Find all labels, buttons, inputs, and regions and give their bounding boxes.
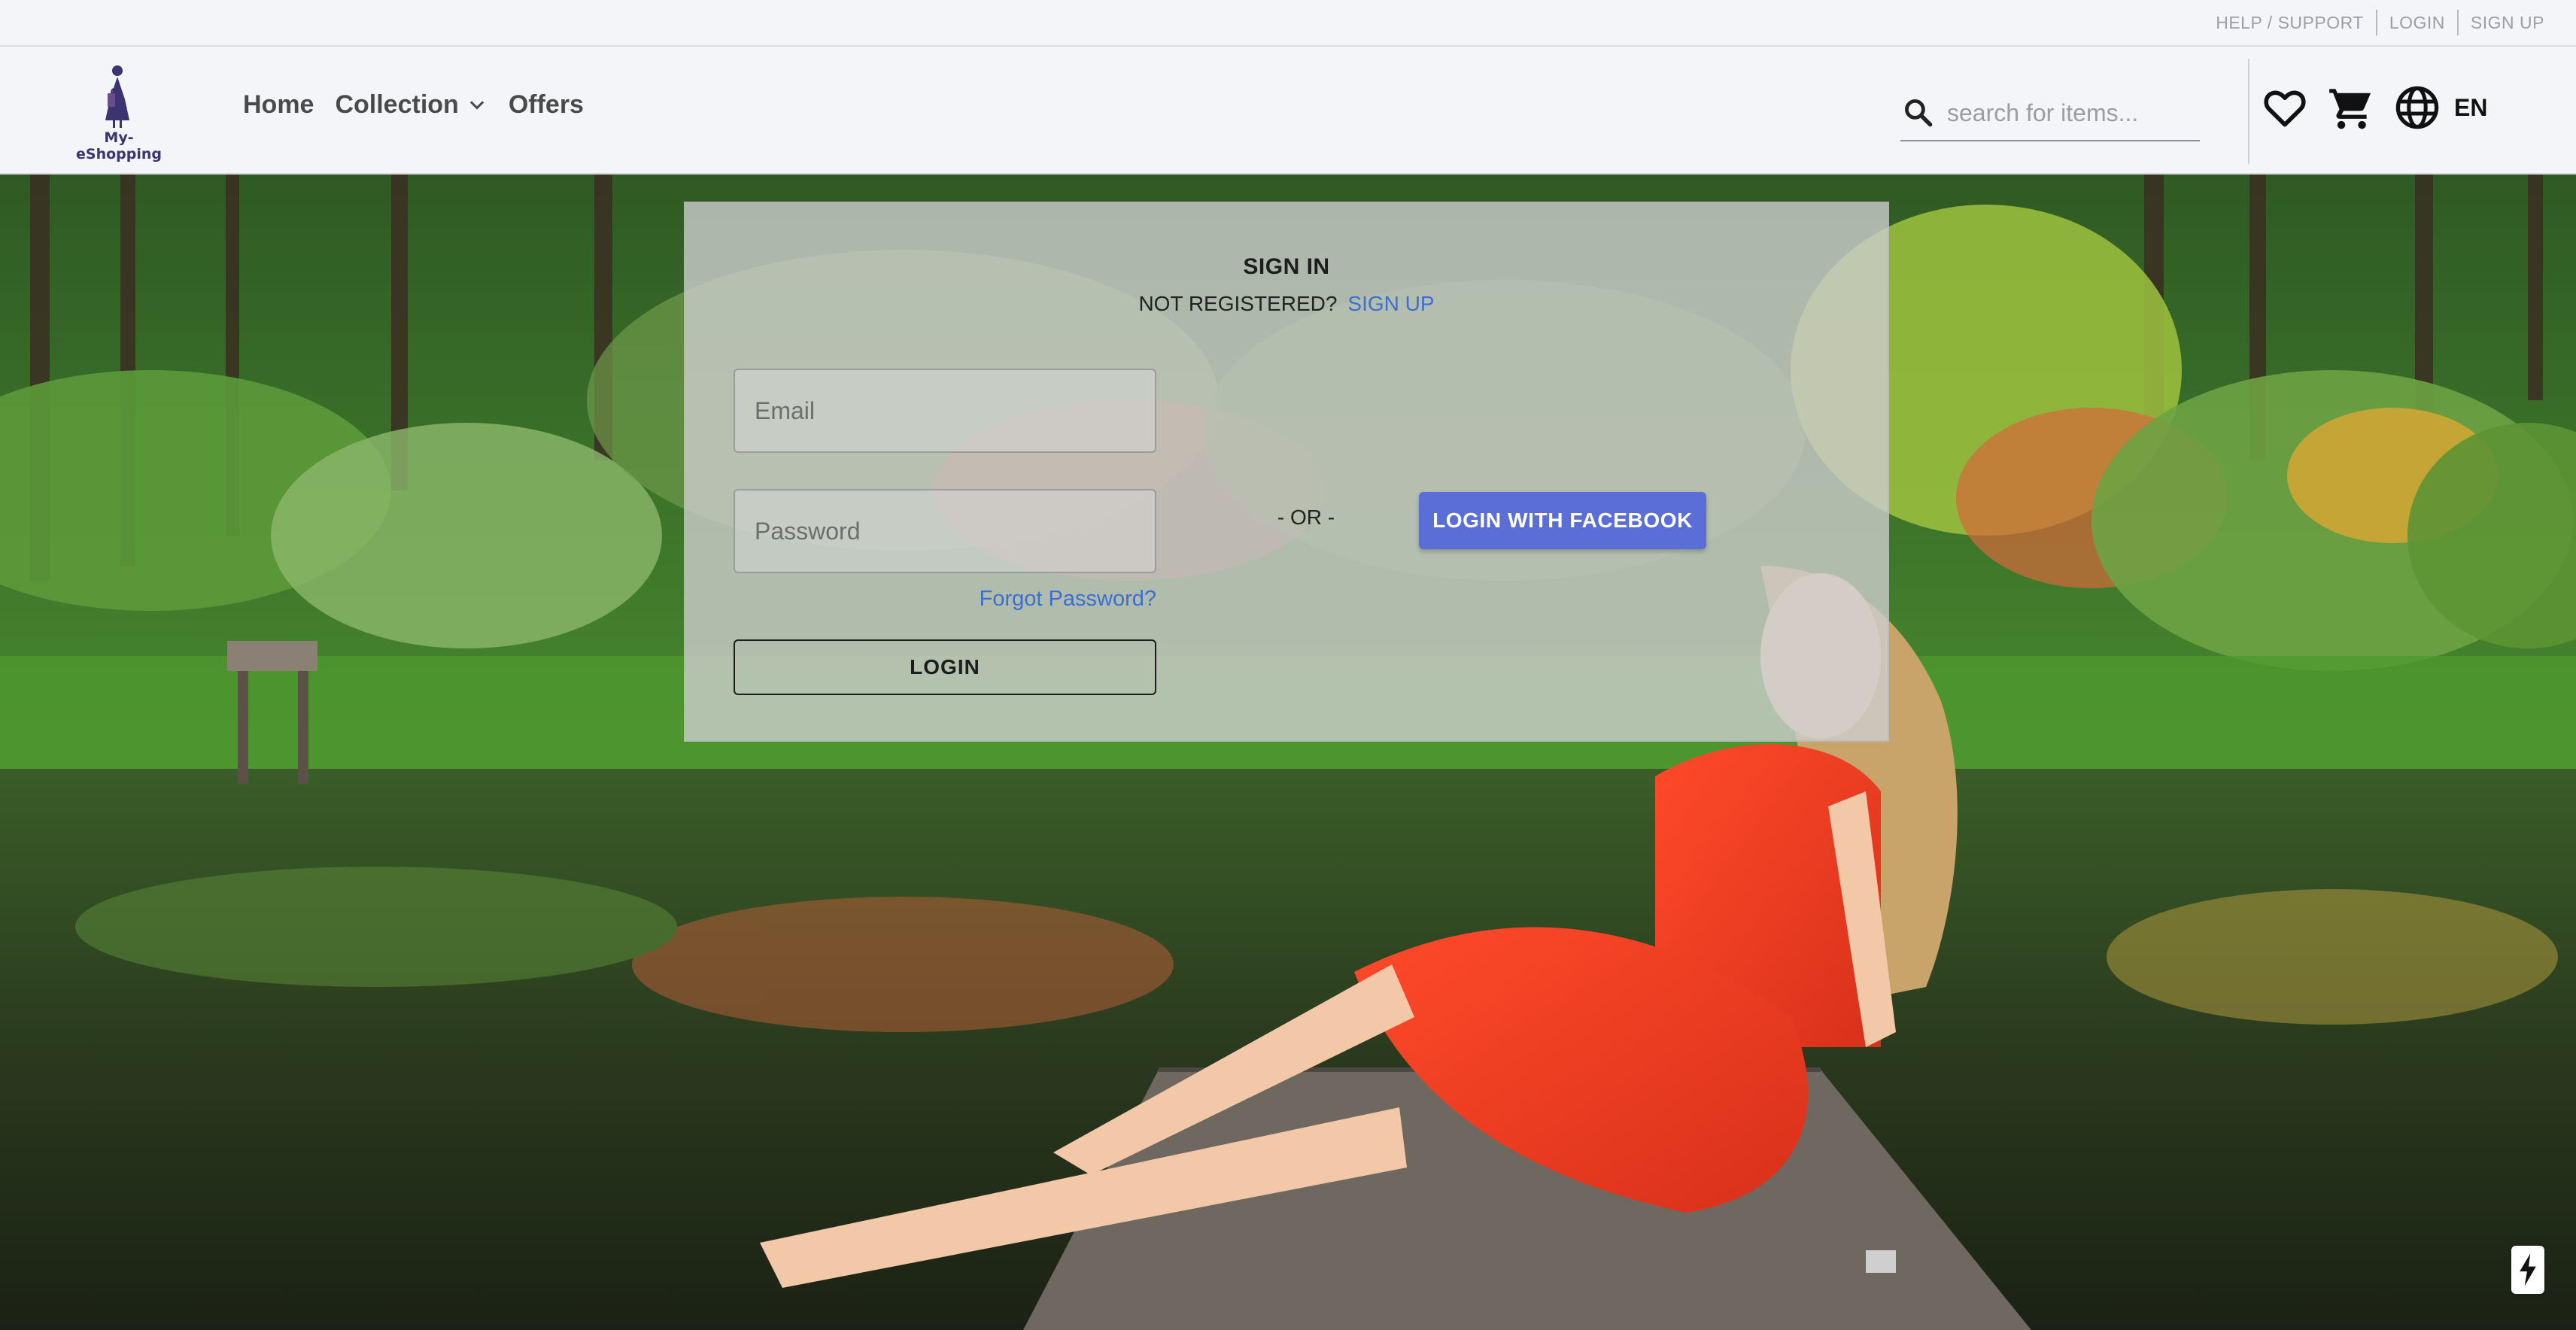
cart-button[interactable]	[2325, 81, 2377, 134]
top-signup-link[interactable]: SIGN UP	[2456, 10, 2556, 35]
top-login-link[interactable]: LOGIN	[2375, 10, 2457, 35]
nav-collection-label: Collection	[335, 90, 459, 119]
utility-bar: HELP / SUPPORT LOGIN SIGN UP	[0, 0, 2576, 47]
main-nav: Home Collection Offers	[243, 90, 605, 120]
nav-offers[interactable]: Offers	[509, 90, 584, 120]
forgot-password-link[interactable]: Forgot Password?	[734, 587, 1156, 612]
password-input[interactable]	[735, 490, 1155, 572]
chevron-down-icon	[469, 100, 485, 110]
email-input[interactable]	[735, 370, 1155, 451]
search-icon[interactable]	[1902, 96, 1935, 129]
or-separator: - OR -	[1277, 506, 1335, 529]
signin-subtitle: NOT REGISTERED? SIGN UP	[685, 292, 1888, 316]
header-divider	[2248, 59, 2249, 164]
lightning-badge[interactable]	[2511, 1246, 2544, 1294]
nav-offers-label: Offers	[508, 90, 584, 119]
help-support-link[interactable]: HELP / SUPPORT	[2204, 10, 2376, 35]
nav-collection[interactable]: Collection	[335, 90, 487, 120]
search-input[interactable]	[1947, 99, 2188, 127]
header-icon-group: EN	[2259, 81, 2487, 134]
cart-icon	[2329, 89, 2371, 129]
panel-signup-link[interactable]: SIGN UP	[1347, 292, 1434, 315]
logo-figure-icon	[105, 65, 129, 128]
signin-title: SIGN IN	[1243, 254, 1330, 279]
globe-icon	[2395, 86, 2439, 129]
not-registered-text: NOT REGISTERED?	[1138, 292, 1338, 315]
language-label[interactable]: EN	[2454, 94, 2487, 122]
logo-text: My-eShopping	[76, 129, 162, 162]
site-logo[interactable]: My-eShopping	[66, 63, 172, 162]
search-bar	[1900, 86, 2200, 141]
facebook-login-button[interactable]: LOGIN WITH FACEBOOK	[1419, 492, 1706, 549]
wishlist-button[interactable]	[2259, 81, 2311, 134]
signin-panel: SIGN IN NOT REGISTERED? SIGN UP Forgot Pa…	[684, 202, 1889, 742]
login-button[interactable]: LOGIN	[734, 639, 1156, 695]
heart-icon	[2264, 90, 2306, 127]
password-field	[734, 489, 1156, 573]
language-button[interactable]	[2391, 81, 2444, 134]
email-field	[734, 369, 1156, 453]
nav-home-label: Home	[243, 90, 314, 119]
main-header: My-eShopping Home Collection Offers sear…	[0, 48, 2576, 175]
nav-home[interactable]: Home	[243, 90, 314, 120]
lightning-icon	[2520, 1253, 2536, 1286]
